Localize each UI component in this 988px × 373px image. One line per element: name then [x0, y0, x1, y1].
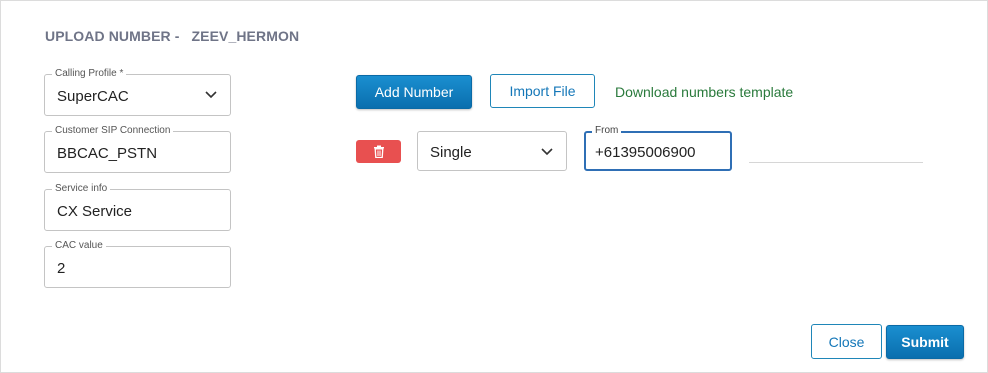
- chevron-down-icon: [205, 91, 217, 99]
- dialog-title-name: ZEEV_HERMON: [191, 28, 300, 44]
- calling-profile-label: Calling Profile *: [52, 68, 127, 80]
- chevron-down-icon: [541, 148, 553, 156]
- close-button[interactable]: Close: [811, 324, 882, 359]
- to-number-input[interactable]: [749, 162, 923, 163]
- from-label: From: [592, 125, 622, 137]
- service-info-field[interactable]: Service info CX Service: [44, 183, 231, 231]
- dialog-title-prefix: UPLOAD NUMBER -: [45, 28, 180, 44]
- delete-number-button[interactable]: [356, 140, 401, 163]
- calling-profile-select[interactable]: Calling Profile * SuperCAC: [44, 68, 231, 116]
- dialog-title: UPLOAD NUMBER - ZEEV_HERMON: [45, 27, 299, 45]
- from-value: +61395006900: [595, 144, 696, 161]
- customer-sip-connection-value: BBCAC_PSTN: [57, 145, 158, 162]
- from-number-input[interactable]: From +61395006900: [584, 125, 732, 171]
- customer-sip-connection-field[interactable]: Customer SIP Connection BBCAC_PSTN: [44, 125, 231, 173]
- service-info-label: Service info: [52, 183, 111, 195]
- download-template-link[interactable]: Download numbers template: [615, 83, 793, 101]
- service-info-value: CX Service: [57, 203, 133, 220]
- cac-value-field[interactable]: CAC value 2: [44, 240, 231, 288]
- trash-icon: [373, 145, 384, 158]
- submit-button[interactable]: Submit: [886, 325, 964, 359]
- import-file-button[interactable]: Import File: [490, 74, 595, 108]
- add-number-button[interactable]: Add Number: [356, 75, 472, 109]
- number-type-select[interactable]: Single: [417, 131, 567, 171]
- customer-sip-connection-label: Customer SIP Connection: [52, 125, 174, 137]
- calling-profile-value: SuperCAC: [57, 88, 129, 105]
- cac-value-label: CAC value: [52, 240, 106, 252]
- number-type-value: Single: [430, 144, 472, 161]
- upload-number-dialog: UPLOAD NUMBER - ZEEV_HERMON Calling Prof…: [0, 0, 988, 373]
- cac-value-value: 2: [57, 260, 66, 277]
